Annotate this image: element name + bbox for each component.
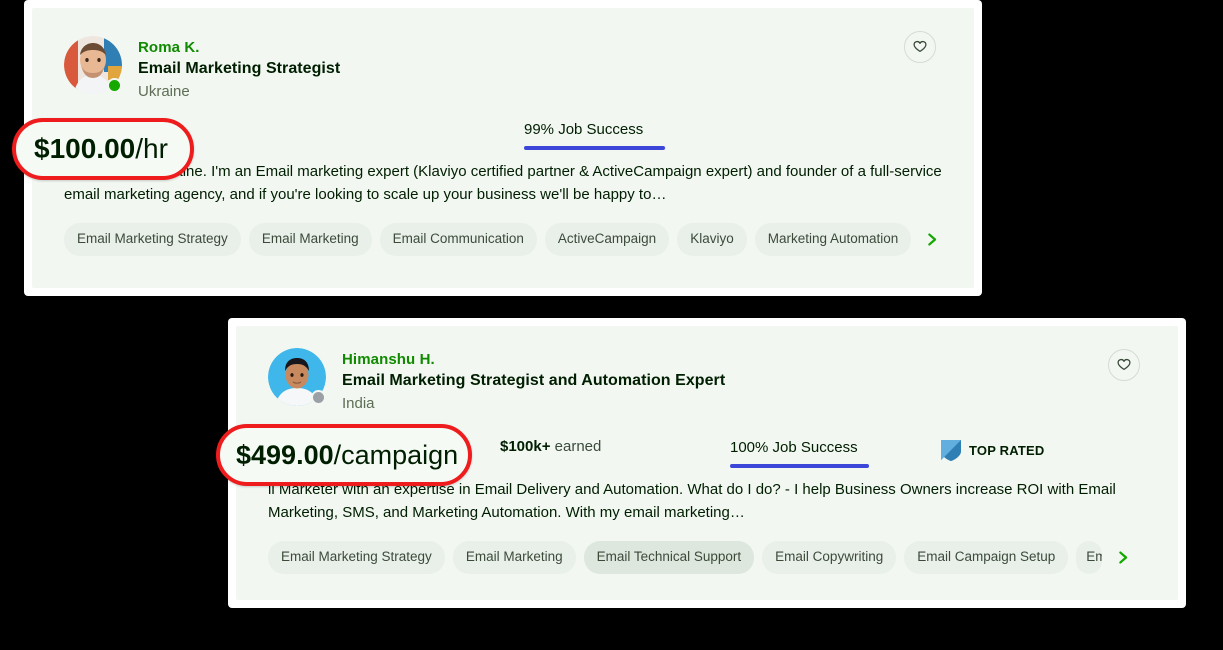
heart-outline-icon	[912, 39, 928, 55]
status-dot-offline	[311, 390, 326, 405]
skill-tag[interactable]: Email Copywriting	[762, 541, 897, 574]
skill-tags: Email Marketing Strategy Email Marketing…	[268, 541, 1158, 574]
favorite-heart-button[interactable]	[1108, 349, 1140, 381]
freelancer-title: Email Marketing Strategist and Automatio…	[342, 372, 726, 389]
freelancer-country: Ukraine	[138, 83, 190, 100]
card-header: Roma K. Email Marketing Strategist Ukrai…	[64, 36, 340, 102]
job-success-bar	[730, 464, 869, 468]
skill-tag[interactable]: ActiveCampaign	[544, 223, 670, 256]
screenshot-stage: Roma K. Email Marketing Strategist Ukrai…	[0, 0, 1223, 650]
job-success-bar	[524, 146, 666, 150]
highlight-unit: /campaign	[333, 439, 459, 470]
chevron-right-icon[interactable]	[919, 231, 944, 248]
job-success-label: 100% Job Success	[730, 439, 858, 456]
job-success-block: 100% Job Success	[730, 438, 940, 468]
skill-tag[interactable]: Email Marketing	[248, 223, 372, 256]
highlight-unit: /hr	[135, 133, 168, 164]
highlight-amount: $499.00	[236, 439, 334, 470]
highlight-rate-text: $100.00/hr	[34, 135, 168, 163]
freelancer-description: and I'm from Ukraine. I'm an Email marke…	[64, 163, 942, 203]
skill-tag[interactable]: Marketing Automation	[754, 223, 912, 256]
skill-tags: Email Marketing Strategy Email Marketing…	[64, 223, 944, 256]
skill-tag[interactable]: Email Communication	[379, 223, 537, 256]
favorite-heart-button[interactable]	[904, 31, 936, 63]
header-text-block: Roma K. Email Marketing Strategist Ukrai…	[138, 36, 340, 102]
price-highlight-hourly: $100.00/hr	[12, 118, 194, 180]
skill-tag[interactable]: Email Marketing Strategy	[268, 541, 445, 574]
total-earned-suffix: earned	[550, 438, 602, 455]
avatar[interactable]	[64, 36, 122, 94]
job-success-block: 99% Job Success	[524, 120, 666, 150]
stats-row: 99% Job Success	[64, 120, 944, 150]
total-earned: $100k+ earned	[500, 438, 730, 455]
avatar[interactable]	[268, 348, 326, 406]
freelancer-name[interactable]: Himanshu H.	[342, 350, 725, 369]
price-highlight-campaign: $499.00/campaign	[216, 424, 472, 486]
skill-tag[interactable]: Email Campaign Setup	[904, 541, 1069, 574]
chevron-right-icon[interactable]	[1110, 549, 1135, 566]
highlight-amount: $100.00	[34, 133, 136, 164]
card-header: Himanshu H. Email Marketing Strategist a…	[268, 348, 725, 414]
status-dot-online	[107, 78, 122, 93]
heart-outline-icon	[1116, 357, 1132, 373]
skill-tag[interactable]: Email Marketing Strategy	[64, 223, 241, 256]
job-success-label: 99% Job Success	[524, 121, 644, 138]
highlight-rate-text: $499.00/campaign	[236, 439, 459, 470]
freelancer-title: Email Marketing Strategist	[138, 60, 341, 77]
header-text-block: Himanshu H. Email Marketing Strategist a…	[342, 348, 725, 414]
freelancer-country: India	[342, 395, 375, 412]
top-rated-badge: TOP RATED	[940, 438, 1044, 462]
top-rated-label: TOP RATED	[969, 442, 1045, 458]
shield-badge-icon	[940, 438, 962, 462]
total-earned-amount: $100k+	[500, 438, 551, 455]
skill-tag-truncated[interactable]: Em	[1076, 541, 1103, 574]
skill-tag[interactable]: Klaviyo	[677, 223, 747, 256]
freelancer-name[interactable]: Roma K.	[138, 38, 340, 57]
skill-tag[interactable]: Email Marketing	[452, 541, 576, 574]
skill-tag-hovered[interactable]: Email Technical Support	[583, 541, 755, 574]
